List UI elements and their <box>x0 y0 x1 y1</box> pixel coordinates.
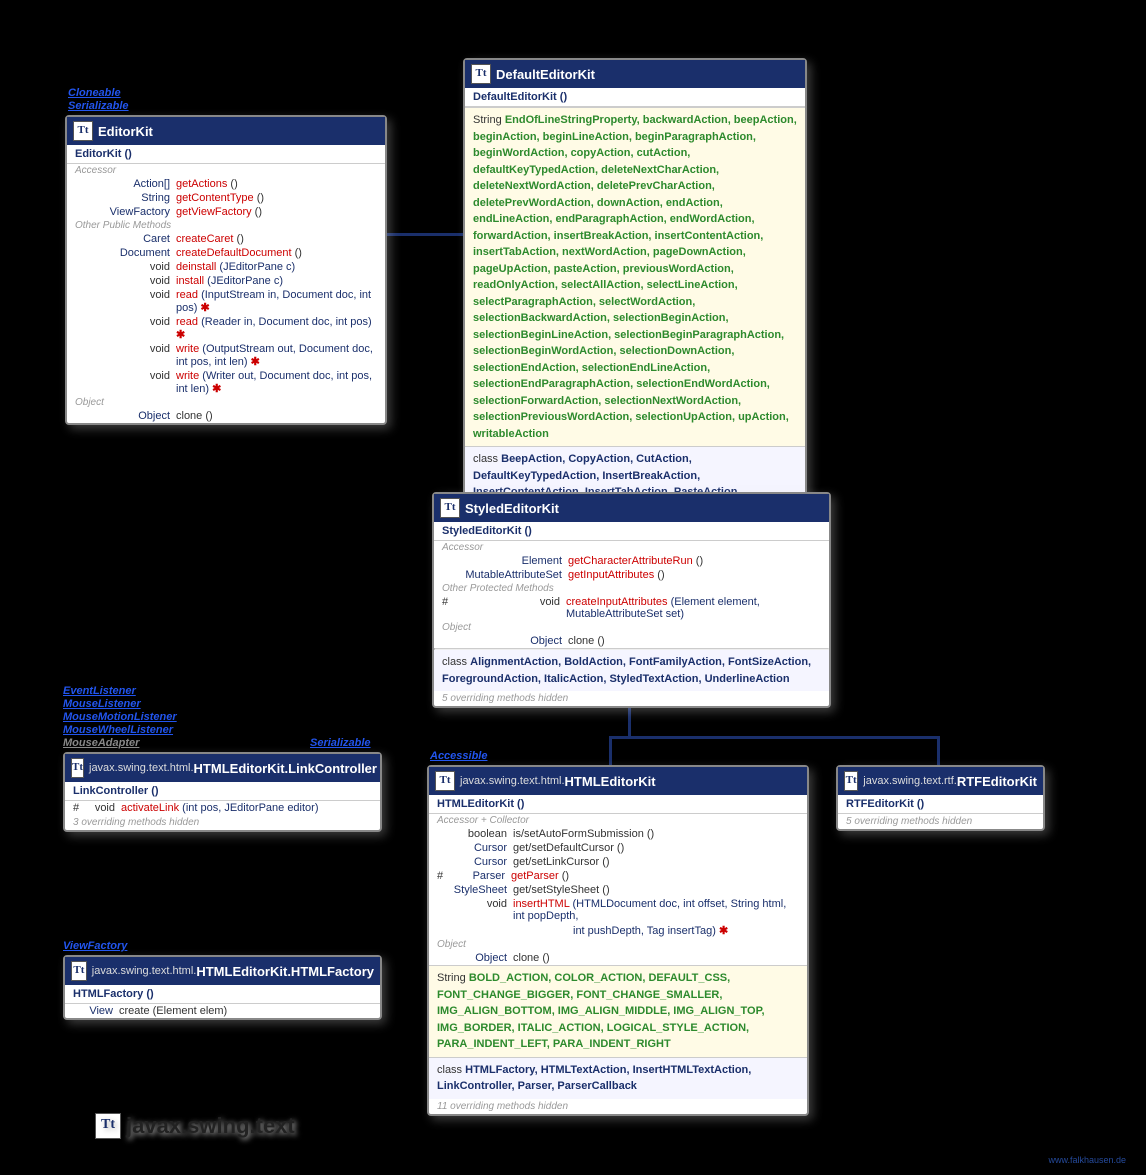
defaulteditorkit-fields: String EndOfLineStringProperty, backward… <box>465 107 805 446</box>
class-icon: Tt <box>435 771 455 791</box>
label-mouseadapter[interactable]: MouseAdapter <box>63 737 139 749</box>
htmlfactory-ctor[interactable]: HTMLFactory () <box>65 985 380 1004</box>
connector-to-html <box>609 736 612 766</box>
class-icon: Tt <box>71 961 87 981</box>
htmleditorkit-ctor[interactable]: HTMLEditorKit () <box>429 795 807 814</box>
connector-editorkit-default <box>383 233 463 236</box>
class-rtfeditorkit: Ttjavax.swing.text.rtf.RTFEditorKit RTFE… <box>836 765 1045 831</box>
htmleditorkit-header: Ttjavax.swing.text.html.HTMLEditorKit <box>429 767 807 795</box>
footer-link[interactable]: www.falkhausen.de <box>1048 1155 1126 1165</box>
connector-to-rtf <box>937 736 940 766</box>
class-icon: Tt <box>71 758 84 778</box>
class-htmleditorkit: Ttjavax.swing.text.html.HTMLEditorKit HT… <box>427 765 809 1116</box>
rtfeditorkit-title: RTFEditorKit <box>957 774 1037 789</box>
editorkit-ctor[interactable]: EditorKit () <box>67 145 385 164</box>
label-mousewheel[interactable]: MouseWheelListener <box>63 724 173 736</box>
stylededitorkit-ctor[interactable]: StyledEditorKit () <box>434 522 829 541</box>
label-accessible[interactable]: Accessible <box>430 750 487 762</box>
label-eventlistener[interactable]: EventListener <box>63 685 136 697</box>
class-icon: Tt <box>471 64 491 84</box>
class-defaulteditorkit: Tt DefaultEditorKit DefaultEditorKit () S… <box>463 58 807 522</box>
stylededitorkit-body: Accessor ElementgetCharacterAttributeRun… <box>434 541 829 650</box>
label-mousemotion[interactable]: MouseMotionListener <box>63 711 177 723</box>
class-icon: Tt <box>73 121 93 141</box>
hidden-note: 11 overriding methods hidden <box>429 1099 807 1114</box>
stylededitorkit-title: StyledEditorKit <box>465 501 559 516</box>
stylededitorkit-classes: class AlignmentAction, BoldAction, FontF… <box>434 650 829 691</box>
class-editorkit: Tt EditorKit EditorKit () Accessor Action… <box>65 115 387 425</box>
defaulteditorkit-title: DefaultEditorKit <box>496 67 595 82</box>
rtfeditorkit-header: Ttjavax.swing.text.rtf.RTFEditorKit <box>838 767 1043 795</box>
linkcontroller-ctor[interactable]: LinkController () <box>65 782 380 801</box>
editorkit-header: Tt EditorKit <box>67 117 385 145</box>
rtfeditorkit-ctor[interactable]: RTFEditorKit () <box>838 795 1043 814</box>
editorkit-body: Accessor Action[]getActions () Stringget… <box>67 164 385 423</box>
label-mouselistener[interactable]: MouseListener <box>63 698 141 710</box>
htmlfactory-title: HTMLEditorKit.HTMLFactory <box>196 964 374 979</box>
connector-styled-down <box>628 708 631 738</box>
package-title: Ttjavax.swing.text <box>95 1113 295 1139</box>
connector-styled-hsplit <box>609 736 940 739</box>
htmleditorkit-title: HTMLEditorKit <box>565 774 656 789</box>
class-linkcontroller: Ttjavax.swing.text.html.HTMLEditorKit.Li… <box>63 752 382 832</box>
class-htmlfactory: Ttjavax.swing.text.html.HTMLEditorKit.HT… <box>63 955 382 1020</box>
hidden-note: 5 overriding methods hidden <box>838 814 1043 829</box>
hidden-note: 5 overriding methods hidden <box>434 691 829 706</box>
editorkit-title: EditorKit <box>98 124 153 139</box>
class-icon: Tt <box>440 498 460 518</box>
linkcontroller-title: HTMLEditorKit.LinkController <box>194 761 377 776</box>
htmleditorkit-classes: class HTMLFactory, HTMLTextAction, Inser… <box>429 1057 807 1099</box>
stylededitorkit-header: Tt StyledEditorKit <box>434 494 829 522</box>
defaulteditorkit-ctor[interactable]: DefaultEditorKit () <box>465 88 805 107</box>
label-cloneable[interactable]: Cloneable <box>68 87 121 99</box>
package-icon: Tt <box>95 1113 121 1139</box>
class-stylededitorkit: Tt StyledEditorKit StyledEditorKit () Acc… <box>432 492 831 708</box>
htmleditorkit-fields: String BOLD_ACTION, COLOR_ACTION, DEFAUL… <box>429 965 807 1057</box>
hidden-note: 3 overriding methods hidden <box>65 815 380 830</box>
htmleditorkit-body: Accessor + Collector booleanis/setAutoFo… <box>429 814 807 965</box>
htmlfactory-method: Viewcreate (Element elem) <box>65 1004 380 1018</box>
label-serializable-2[interactable]: Serializable <box>310 737 371 749</box>
class-icon: Tt <box>844 771 858 791</box>
defaulteditorkit-header: Tt DefaultEditorKit <box>465 60 805 88</box>
linkcontroller-method: #voidactivateLink (int pos, JEditorPane … <box>65 801 380 815</box>
label-serializable-1[interactable]: Serializable <box>68 100 129 112</box>
label-viewfactory[interactable]: ViewFactory <box>63 940 127 952</box>
linkcontroller-header: Ttjavax.swing.text.html.HTMLEditorKit.Li… <box>65 754 380 782</box>
htmlfactory-header: Ttjavax.swing.text.html.HTMLEditorKit.HT… <box>65 957 380 985</box>
